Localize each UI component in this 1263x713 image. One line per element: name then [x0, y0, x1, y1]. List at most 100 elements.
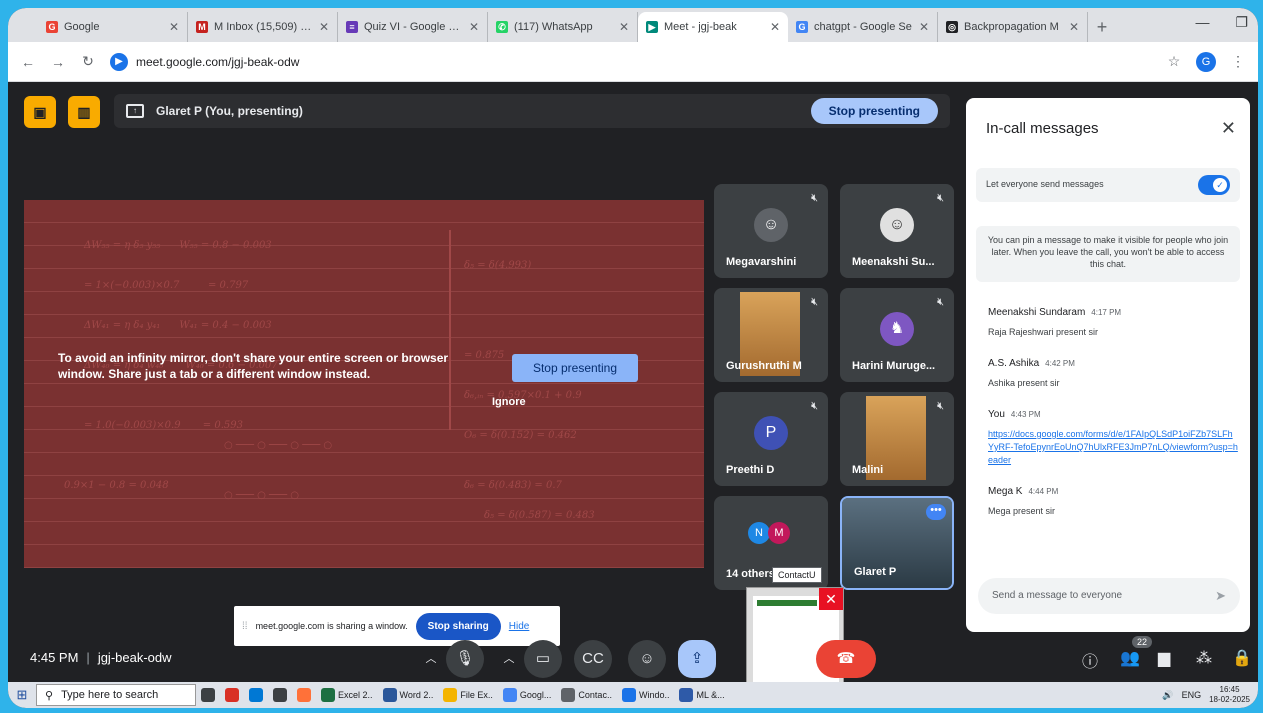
chat-input[interactable]: Send a message to everyone ➤ — [978, 578, 1240, 614]
taskview-icon[interactable] — [196, 682, 220, 708]
browser-tab[interactable]: M M Inbox (15,509) - gla ✕ — [188, 12, 338, 42]
browser-menu-icon[interactable]: ⋮ — [1230, 53, 1246, 70]
participant-tile[interactable]: ♞ 🔇︎ Harini Muruge... — [840, 288, 954, 382]
message-text: Mega present sir — [988, 506, 1056, 516]
chat-icon[interactable]: ▆ — [1158, 648, 1170, 668]
messages-toggle[interactable]: ✓ — [1198, 175, 1230, 195]
chat-input-placeholder: Send a message to everyone — [992, 590, 1123, 601]
participant-tile[interactable]: P 🔇︎ Preethi D — [714, 392, 828, 486]
hang-up-icon[interactable]: ☎ — [816, 640, 876, 678]
close-icon[interactable]: ✕ — [169, 20, 179, 34]
chevron-up-icon[interactable]: ︿ — [496, 640, 522, 678]
close-icon[interactable]: ✕ — [319, 20, 329, 34]
people-icon[interactable]: 👥 — [1120, 648, 1140, 668]
firefox-icon[interactable] — [292, 682, 316, 708]
tab-label: Meet - jgj-beak — [664, 21, 737, 33]
handwriting: ΔW₄₁ = η δ₄ y₄₁ W₄₁ = 0.4 − 0.003 — [84, 320, 272, 331]
present-screen-icon[interactable]: ⇪ — [678, 640, 716, 678]
captions-icon[interactable]: CC — [574, 640, 612, 678]
browser-tab[interactable]: ≡ Quiz VI - Google For ✕ — [338, 12, 488, 42]
handwriting: δ₆ = δ(0.483) = 0.7 — [464, 480, 562, 491]
taskbar-item[interactable]: Windo.. — [617, 682, 675, 708]
forward-icon[interactable]: → — [50, 54, 66, 70]
clock-date: 18-02-2025 — [1209, 695, 1250, 704]
taskbar-item[interactable]: Excel 2.. — [316, 682, 378, 708]
info-icon[interactable]: ⓘ — [1082, 648, 1098, 672]
no-camera-icon[interactable]: ▣ — [24, 96, 56, 128]
back-icon[interactable]: ← — [20, 54, 36, 70]
participant-tile[interactable]: 🔇︎ Gurushruthi M — [714, 288, 828, 382]
close-icon[interactable]: ✕ — [1221, 118, 1236, 139]
close-icon[interactable]: ✕ — [819, 588, 843, 610]
windows-start-icon[interactable]: ⊞ — [8, 687, 36, 703]
participant-tile[interactable]: 🔇︎ Malini — [840, 392, 954, 486]
mic-icon[interactable]: 🎙 — [446, 640, 484, 678]
taskbar-search[interactable]: ⚲ Type here to search — [36, 684, 196, 706]
more-options-icon[interactable]: ••• — [926, 504, 946, 520]
participant-name: Gurushruthi M — [726, 360, 802, 372]
speaker-icon[interactable]: 🔊 — [1162, 690, 1173, 701]
mail-icon[interactable] — [268, 682, 292, 708]
camera-icon[interactable]: ▭ — [524, 640, 562, 678]
taskbar-item[interactable]: File Ex.. — [438, 682, 498, 708]
handwriting: O₆ = δ(0.152) = 0.462 — [464, 430, 577, 441]
close-icon[interactable]: ✕ — [469, 20, 479, 34]
browser-tab[interactable]: G Google ✕ — [38, 12, 188, 42]
emoji-icon[interactable]: ☺ — [628, 640, 666, 678]
stop-presenting-center-button[interactable]: Stop presenting — [512, 354, 638, 382]
site-info-icon[interactable]: ▶ — [110, 52, 128, 71]
tab-label: M Inbox (15,509) - gla — [214, 21, 313, 33]
participant-tile[interactable]: ☺ 🔇︎ Megavarshini — [714, 184, 828, 278]
activities-icon[interactable]: ⁂ — [1196, 648, 1212, 668]
acrobat-icon[interactable] — [220, 682, 244, 708]
message-list: Meenakshi Sundaram 4:17 PM Raja Rajeshwari… — [988, 302, 1238, 532]
message-link[interactable]: https://docs.google.com/forms/d/e/1FAIpQ… — [988, 428, 1238, 467]
chevron-up-icon[interactable]: ︿ — [418, 640, 444, 678]
browser-tab[interactable]: ▶ Meet - jgj-beak ✕ — [638, 12, 788, 42]
close-icon[interactable]: ✕ — [619, 20, 629, 34]
url-field[interactable]: ▶ meet.google.com/jgj-beak-odw — [110, 48, 1152, 76]
avatar: ♞ — [880, 312, 914, 346]
browser-tab[interactable]: Gchatgpt - Google Se ✕ — [788, 12, 938, 42]
close-icon[interactable]: ✕ — [1069, 20, 1079, 34]
participant-tile[interactable]: ☺ 🔇︎ Meenakshi Su... — [840, 184, 954, 278]
stop-presenting-button[interactable]: Stop presenting — [810, 98, 938, 124]
language-indicator[interactable]: ENG — [1182, 690, 1202, 700]
participant-name: 14 others — [726, 568, 775, 580]
avatar: N — [748, 522, 770, 544]
close-icon[interactable]: ✕ — [770, 20, 780, 34]
browser-tab[interactable]: ◎ Backpropagation M ✕ — [938, 12, 1088, 42]
message-text: Ashika present sir — [988, 378, 1060, 388]
reload-icon[interactable]: ↻ — [80, 53, 96, 70]
profile-avatar[interactable]: G — [1196, 51, 1216, 72]
meet-icon: ▶ — [646, 21, 658, 33]
hand-icon[interactable]: ▥ — [68, 96, 100, 128]
participant-tile[interactable]: ••• Glaret P — [840, 496, 954, 590]
clock[interactable]: 16:45 18-02-2025 — [1209, 685, 1250, 705]
mic-off-icon: 🔇︎ — [811, 296, 818, 308]
taskbar-item[interactable]: Word 2.. — [378, 682, 439, 708]
taskbar-item[interactable]: ML &... — [674, 682, 729, 708]
others-avatars: NM — [748, 522, 790, 544]
edge-icon[interactable] — [244, 682, 268, 708]
new-tab-icon[interactable]: + — [1088, 12, 1116, 42]
send-icon[interactable]: ➤ — [1215, 588, 1226, 604]
mic-off-icon: 🔇︎ — [937, 192, 944, 204]
maximize-icon[interactable]: ❐ — [1235, 14, 1248, 31]
minimize-icon[interactable]: — — [1195, 14, 1209, 31]
message-time: 4:43 PM — [1010, 410, 1041, 419]
taskbar-item-label: Word 2.. — [399, 690, 434, 700]
whatsapp-icon: ✆ — [496, 21, 508, 33]
taskbar-item[interactable]: Googl... — [498, 682, 557, 708]
meeting-code: jgj-beak-odw — [97, 650, 172, 665]
ignore-button[interactable]: Ignore — [492, 396, 526, 408]
notebook-lines — [24, 200, 704, 568]
taskbar-item[interactable]: Contac.. — [556, 682, 617, 708]
mic-off-icon: 🔇︎ — [811, 192, 818, 204]
send-permission-row: Let everyone send messages ✓ — [976, 168, 1240, 202]
avatar: P — [754, 416, 788, 450]
lock-icon[interactable]: 🔒 — [1232, 648, 1252, 668]
browser-tab[interactable]: ✆ (117) WhatsApp ✕ — [488, 12, 638, 42]
close-icon[interactable]: ✕ — [919, 20, 929, 34]
bookmark-star-icon[interactable]: ☆ — [1166, 53, 1182, 70]
